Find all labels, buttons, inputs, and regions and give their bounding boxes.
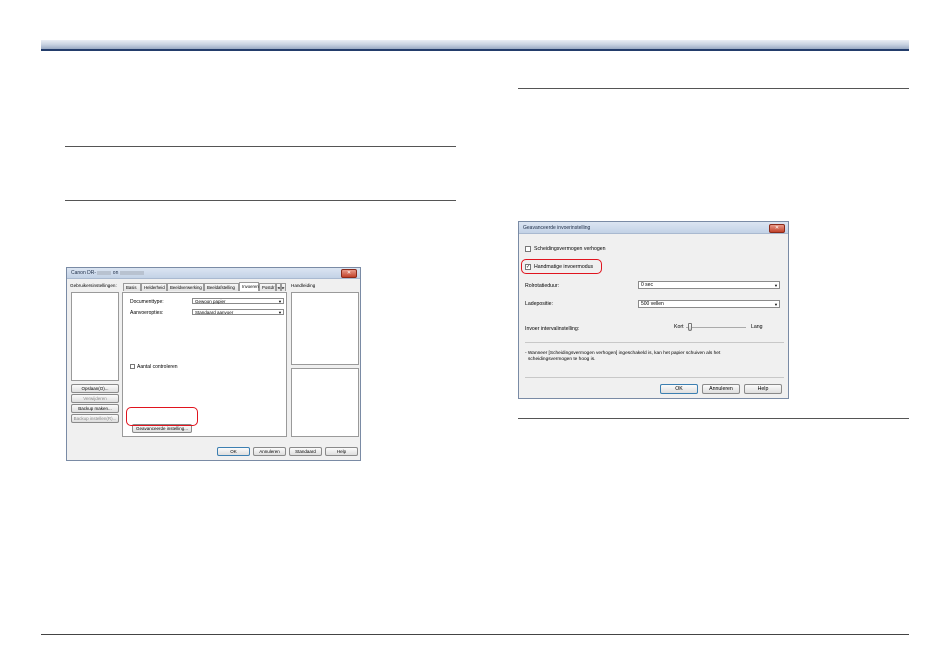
header-rule [41, 49, 909, 51]
handling-label: Handleiding [291, 283, 316, 288]
footer-rule [41, 634, 909, 635]
ok-button[interactable]: OK [217, 447, 250, 456]
slider-min-label: Kort [674, 324, 684, 330]
document-type-select[interactable]: Gewoon papier ▼ [192, 298, 284, 304]
divider-left-1 [65, 146, 456, 147]
user-settings-list[interactable] [71, 292, 119, 381]
interval-slider-track[interactable] [686, 327, 746, 328]
count-only-checkbox[interactable] [130, 364, 135, 369]
save-settings-button[interactable]: Opslaan(O)... [71, 384, 119, 393]
dialog-title: Geavanceerde invoerinstelling [523, 225, 591, 231]
default-button[interactable]: Standaard [289, 447, 322, 456]
user-settings-label: Gebruikersinstellingen: [70, 283, 117, 288]
tray-label: Ladepositie: [525, 301, 553, 307]
cancel-button[interactable]: Annuleren [702, 384, 740, 394]
help-button[interactable]: Help [744, 384, 782, 394]
dropdown-arrow-icon: ▼ [278, 310, 282, 315]
feed-option-label: Aanvoeropties: [130, 310, 164, 316]
separation-checkbox[interactable] [525, 246, 531, 252]
dropdown-arrow-icon: ▼ [774, 302, 778, 307]
ok-button[interactable]: OK [660, 384, 698, 394]
tab-postdr[interactable]: Postdr [259, 283, 276, 291]
slider-max-label: Lang [751, 324, 763, 330]
note-line-2: scheidingsvermogen te hoog is. [528, 357, 596, 362]
tab-helderheid[interactable]: Helderheid [141, 283, 167, 291]
scanner-settings-dialog: Canon DR- on ✕ Gebruikersinstellingen: O… [66, 267, 361, 461]
divider-right-1 [518, 88, 909, 89]
separation-label: Scheidingsvermogen verhogen [534, 246, 606, 252]
document-type-label: Documenttype: [130, 299, 164, 305]
delete-button[interactable]: Verwijderen [71, 394, 119, 403]
help-button[interactable]: Help [325, 447, 358, 456]
dialog-titlebar: Canon DR- on ✕ [67, 268, 360, 279]
advanced-feed-dialog: Geavanceerde invoerinstelling ✕ Scheidin… [518, 221, 789, 399]
section-divider [525, 342, 784, 343]
restore-button[interactable]: Backup instellen(R)... [71, 414, 119, 423]
tab-beeldverwerking[interactable]: Beeldverwerking [167, 283, 204, 291]
count-only-label: Aantal controleren [137, 364, 178, 370]
dropdown-arrow-icon: ▼ [774, 283, 778, 288]
tab-beeldafstelling[interactable]: Beeldafstelling [204, 283, 239, 291]
backup-button[interactable]: Backup maken... [71, 404, 119, 413]
tray-select[interactable]: 500 vellen ▼ [638, 300, 780, 308]
close-icon[interactable]: ✕ [769, 224, 785, 233]
tab-strip: Basis Helderheid Beeldverwerking Beeldaf… [123, 282, 286, 292]
tab-basis[interactable]: Basis [123, 283, 141, 291]
tab-invoeren[interactable]: Invoeren [239, 282, 259, 291]
interval-label: Invoer intervalinstelling: [525, 326, 580, 332]
divider-right-2 [518, 418, 909, 419]
dialog-title: Canon DR- on [71, 270, 144, 276]
highlight-advanced-button [126, 407, 198, 426]
note-line-1: - Wanneer [Scheidingsvermogen verhogen] … [525, 351, 721, 356]
feed-option-select[interactable]: Standaard aanvoer ▼ [192, 309, 284, 315]
highlight-manual-feed [521, 259, 602, 274]
cancel-button[interactable]: Annuleren [253, 447, 286, 456]
chevron-right-icon[interactable]: ▸ [281, 283, 286, 291]
preview-panel-top [291, 292, 359, 365]
dropdown-arrow-icon: ▼ [278, 299, 282, 304]
interval-slider-thumb[interactable] [688, 323, 692, 331]
roll-time-label: Rolrotatieduur: [525, 283, 560, 289]
close-icon[interactable]: ✕ [341, 269, 357, 278]
roll-time-select[interactable]: 0 sec ▼ [638, 281, 780, 289]
divider-left-2 [65, 200, 456, 201]
dialog-titlebar: Geavanceerde invoerinstelling ✕ [519, 222, 788, 234]
preview-panel-bottom [291, 368, 359, 437]
footer-divider [525, 377, 784, 378]
